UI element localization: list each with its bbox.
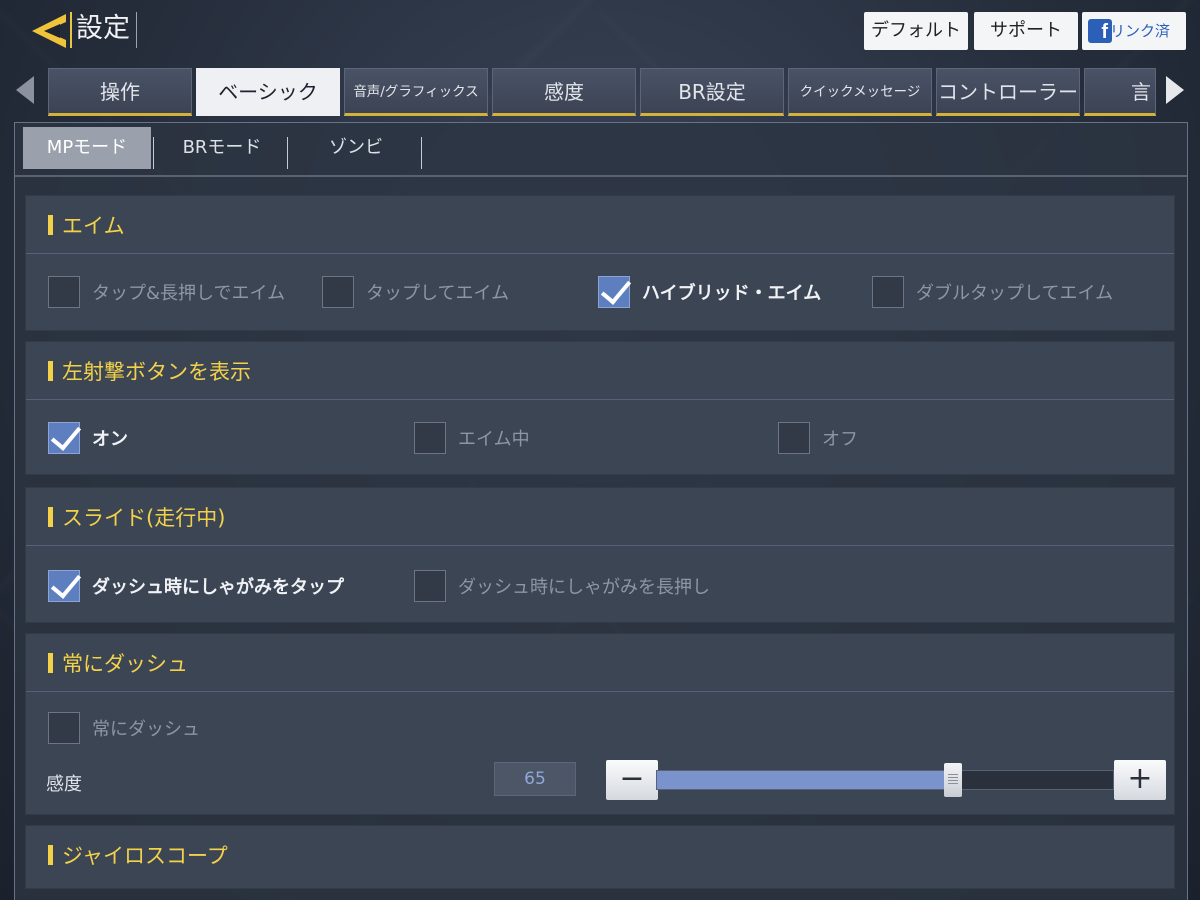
checkbox[interactable] bbox=[872, 276, 904, 308]
sensitivity-slider-track[interactable] bbox=[656, 763, 1114, 797]
default-button[interactable]: デフォルト bbox=[864, 12, 968, 50]
tab-audio-graphics[interactable]: 音声/グラフィックス bbox=[344, 68, 488, 116]
section-slide: スライド(走行中) ダッシュ時にしゃがみをタップ ダッシュ時にしゃがみを長押し bbox=[25, 487, 1175, 623]
checkbox[interactable] bbox=[414, 570, 446, 602]
subtab-br-mode[interactable]: BRモード bbox=[157, 127, 287, 169]
header: 設定 デフォルト サポート f リンク済 bbox=[0, 0, 1200, 62]
option-label: タップ&長押しでエイム bbox=[92, 283, 286, 304]
subtab-divider bbox=[287, 137, 288, 169]
section-title: 左射撃ボタンを表示 bbox=[48, 356, 251, 386]
option-label: ダブルタップしてエイム bbox=[916, 283, 1114, 304]
checkbox[interactable] bbox=[48, 276, 80, 308]
option-label: ダッシュ時にしゃがみを長押し bbox=[458, 577, 710, 598]
section-header: 左射撃ボタンを表示 bbox=[26, 342, 1174, 400]
settings-panel: MPモード BRモード ゾンビ エイム タップ&長押しでエイム タップしてエイム… bbox=[14, 122, 1188, 900]
section-header: 常にダッシュ bbox=[26, 634, 1174, 692]
support-button[interactable]: サポート bbox=[974, 12, 1078, 50]
main-tabs: 操作 ベーシック 音声/グラフィックス 感度 BR設定 クイックメッセージ コン… bbox=[0, 68, 1200, 116]
sensitivity-value[interactable]: 65 bbox=[494, 762, 576, 796]
checkbox[interactable] bbox=[778, 422, 810, 454]
option-label: タップしてエイム bbox=[366, 283, 510, 304]
option-label: ハイブリッド・エイム bbox=[642, 283, 822, 304]
option-label: エイム中 bbox=[458, 429, 530, 450]
facebook-link-label: リンク済 bbox=[1110, 22, 1171, 40]
tab-sensitivity[interactable]: 感度 bbox=[492, 68, 636, 116]
checkbox[interactable] bbox=[48, 570, 80, 602]
checkbox[interactable] bbox=[414, 422, 446, 454]
option-label: オフ bbox=[822, 429, 858, 450]
tab-basic[interactable]: ベーシック bbox=[196, 68, 340, 116]
option-label: ダッシュ時にしゃがみをタップ bbox=[92, 577, 344, 598]
sensitivity-label: 感度 bbox=[46, 774, 82, 795]
option-label: オン bbox=[92, 429, 128, 450]
panel-divider bbox=[15, 175, 1187, 177]
tab-quick-message[interactable]: クイックメッセージ bbox=[788, 68, 932, 116]
facebook-icon: f bbox=[1088, 19, 1112, 43]
tab-scroll-left-icon[interactable] bbox=[16, 76, 34, 104]
section-title: 常にダッシュ bbox=[48, 648, 188, 678]
sensitivity-increase-button[interactable]: + bbox=[1114, 760, 1166, 800]
facebook-link-button[interactable]: f リンク済 bbox=[1082, 12, 1186, 50]
subtab-divider bbox=[153, 137, 154, 169]
tab-partial[interactable]: 言 bbox=[1084, 68, 1156, 116]
section-header: エイム bbox=[26, 196, 1174, 254]
tab-controller[interactable]: コントローラー bbox=[936, 68, 1080, 116]
sensitivity-decrease-button[interactable]: − bbox=[606, 760, 658, 800]
tab-br-settings[interactable]: BR設定 bbox=[640, 68, 784, 116]
section-title: ジャイロスコープ bbox=[48, 840, 228, 870]
checkbox[interactable] bbox=[48, 422, 80, 454]
checkbox[interactable] bbox=[322, 276, 354, 308]
section-header: スライド(走行中) bbox=[26, 488, 1174, 546]
sensitivity-slider-fill bbox=[657, 771, 954, 789]
section-aim: エイム タップ&長押しでエイム タップしてエイム ハイブリッド・エイム ダブルタ… bbox=[25, 195, 1175, 331]
checkbox[interactable] bbox=[598, 276, 630, 308]
section-left-fire-button: 左射撃ボタンを表示 オン エイム中 オフ bbox=[25, 341, 1175, 475]
tab-scroll-right-icon[interactable] bbox=[1166, 76, 1184, 104]
subtab-divider bbox=[421, 137, 422, 169]
tab-controls[interactable]: 操作 bbox=[48, 68, 192, 116]
sensitivity-slider-handle[interactable] bbox=[944, 763, 963, 797]
option-label: 常にダッシュ bbox=[92, 719, 200, 740]
section-title: エイム bbox=[48, 210, 125, 240]
page-title: 設定 bbox=[70, 12, 137, 48]
subtab-mp-mode[interactable]: MPモード bbox=[23, 127, 151, 169]
back-arrow-icon[interactable] bbox=[26, 10, 70, 52]
section-always-sprint: 常にダッシュ 常にダッシュ 感度 65 − + bbox=[25, 633, 1175, 815]
section-gyroscope: ジャイロスコープ bbox=[25, 825, 1175, 889]
checkbox[interactable] bbox=[48, 712, 80, 744]
subtab-zombie[interactable]: ゾンビ bbox=[291, 127, 421, 169]
section-title: スライド(走行中) bbox=[48, 502, 225, 532]
